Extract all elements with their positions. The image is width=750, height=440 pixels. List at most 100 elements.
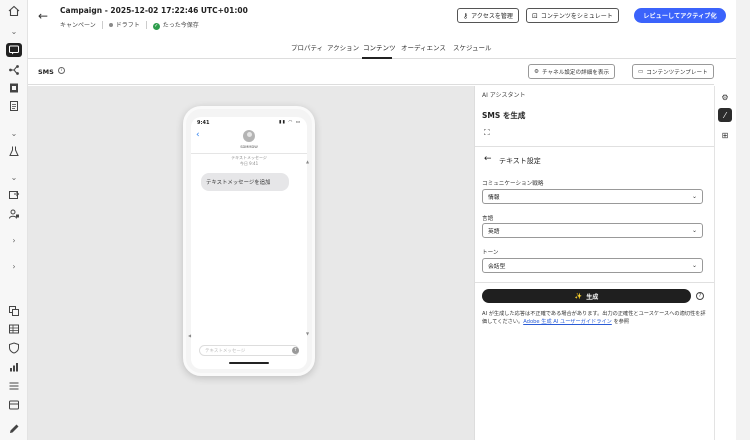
- page-title: Campaign - 2025-12-02 17:22:46 UTC+01:00: [60, 6, 248, 15]
- strategy-select[interactable]: 情報 ⌄: [482, 189, 703, 204]
- disclaimer-suffix: を参照: [613, 319, 630, 325]
- simulate-content-button[interactable]: ⊡ コンテンツをシミュレート: [526, 8, 619, 23]
- campaign-header: ← Campaign - 2025-12-02 17:22:46 UTC+01:…: [28, 0, 750, 38]
- chevron-down-icon: ⌄: [691, 193, 697, 200]
- tab-schedule[interactable]: スケジュール: [453, 42, 492, 52]
- chevron-right-icon[interactable]: ›: [6, 259, 22, 273]
- message-meta-time: 今日 9:41: [239, 161, 259, 166]
- avatar: [243, 130, 255, 142]
- status-badge: ドラフト: [108, 20, 140, 30]
- chevron-down-icon[interactable]: ⌄: [6, 126, 22, 140]
- campaign-meta: キャンペーン ドラフト ✓ たった今保存: [60, 20, 199, 30]
- home-indicator: [229, 362, 269, 364]
- contact-name: SDMMDW: [240, 145, 258, 149]
- guidelines-link[interactable]: Adobe 生成 AI ユーザーガイドライン: [523, 319, 612, 325]
- simulate-content-label: コンテンツをシミュレート: [540, 13, 613, 20]
- campaign-type-label: キャンペーン: [60, 22, 96, 30]
- language-label: 言語: [482, 216, 494, 222]
- panel-section-label: AI アシスタント: [482, 92, 526, 99]
- back-arrow-icon[interactable]: ←: [38, 9, 48, 23]
- strategy-label: コミュニケーション戦略: [482, 181, 544, 187]
- edit-icon[interactable]: [6, 422, 22, 436]
- list-icon[interactable]: [6, 379, 22, 393]
- generate-button[interactable]: ✨ 生成: [482, 289, 691, 303]
- expand-icon[interactable]: ⛶: [484, 128, 490, 138]
- content-icon[interactable]: [6, 81, 22, 95]
- document-icon[interactable]: [6, 99, 22, 113]
- home-icon[interactable]: [6, 4, 22, 18]
- help-icon[interactable]: ?: [696, 292, 704, 300]
- chevron-down-icon[interactable]: ⌄: [6, 170, 22, 184]
- active-tab-indicator: [362, 57, 392, 59]
- journey-icon[interactable]: [6, 63, 22, 77]
- tone-value: 会話型: [488, 264, 506, 270]
- divider: [475, 146, 715, 147]
- channel-label: SMS: [38, 68, 54, 76]
- chevron-down-icon[interactable]: ⌄: [6, 24, 22, 38]
- status-label: ドラフト: [115, 22, 140, 30]
- channel-settings-icon: ⚙: [534, 68, 540, 75]
- message-icon[interactable]: [6, 43, 22, 57]
- manage-access-label: アクセスを管理: [471, 13, 513, 20]
- content-templates-label: コンテンツテンプレート: [646, 69, 708, 76]
- status-dot-icon: [108, 23, 113, 28]
- divider: [101, 20, 103, 29]
- message-meta: テキストメッセージ 今日 9:41: [191, 155, 307, 167]
- back-arrow-icon[interactable]: ←: [484, 154, 492, 164]
- divider: [145, 20, 147, 29]
- flask-icon[interactable]: [6, 144, 22, 158]
- variants-icon[interactable]: ⊞: [718, 128, 732, 142]
- table-icon[interactable]: [6, 322, 22, 336]
- phone-back-icon: ‹: [196, 130, 200, 140]
- chevron-right-icon[interactable]: ›: [6, 233, 22, 247]
- language-select[interactable]: 英語 ⌄: [482, 223, 703, 238]
- library-icon[interactable]: [6, 398, 22, 412]
- manage-access-button[interactable]: ⚷ アクセスを管理: [457, 8, 519, 23]
- phone-mockup: 9:41 ▮▮ ◠ ▭ ‹ SDMMDW テキストメッセージ 今日 9:41 テ…: [183, 106, 315, 376]
- content-templates-button[interactable]: ▭ コンテンツテンプレート: [632, 64, 714, 79]
- left-nav-rail: ⌄ ⌄ ⌄ › ›: [0, 0, 28, 440]
- tab-bar: プロパティ アクション コンテンツ オーディエンス スケジュール: [28, 38, 750, 59]
- shield-icon[interactable]: [6, 341, 22, 355]
- strategy-value: 情報: [488, 195, 500, 201]
- audience-icon[interactable]: [6, 207, 22, 221]
- ai-disclaimer: AI が生成した応答は不正確である場合があります。出力の正確性とユースケースへの…: [482, 310, 708, 326]
- checkmark-icon: ✓: [152, 22, 160, 30]
- offer-icon[interactable]: [6, 188, 22, 202]
- divider: [191, 153, 307, 154]
- right-tool-rail: ⚙ ⁄ ⊞: [714, 86, 736, 440]
- message-bubble[interactable]: テキストメッセージを追加: [201, 173, 289, 191]
- chevron-down-icon: ⌄: [691, 227, 697, 234]
- gear-icon[interactable]: ⚙: [718, 90, 732, 104]
- settings-title: テキスト設定: [499, 157, 541, 165]
- tab-actions[interactable]: アクション: [327, 42, 359, 52]
- ai-assistant-panel: AI アシスタント SMS を生成 ⛶ ← テキスト設定 コミュニケーション戦略…: [474, 86, 715, 440]
- tab-properties[interactable]: プロパティ: [291, 42, 323, 52]
- review-activate-button[interactable]: レビューしてアクティブ化: [634, 8, 726, 23]
- magic-wand-icon[interactable]: ⁄: [718, 108, 732, 122]
- panel-title: SMS を生成: [482, 111, 526, 120]
- channel-settings-button[interactable]: ⚙ チャネル設定の詳細を表示: [528, 64, 616, 79]
- signal-battery-icon: ▮▮ ◠ ▭: [279, 120, 301, 125]
- fragment-icon[interactable]: [6, 304, 22, 318]
- key-icon: ⚷: [463, 11, 469, 20]
- save-status: ✓ たった今保存: [152, 20, 199, 30]
- tab-content[interactable]: コンテンツ: [363, 42, 396, 52]
- scroll-down-icon[interactable]: ▼: [306, 331, 309, 336]
- preview-canvas: 9:41 ▮▮ ◠ ▭ ‹ SDMMDW テキストメッセージ 今日 9:41 テ…: [28, 86, 474, 440]
- simulate-icon: ⊡: [532, 11, 538, 20]
- tone-select[interactable]: 会話型 ⌄: [482, 258, 703, 273]
- template-icon: ▭: [638, 68, 644, 75]
- generate-label: 生成: [586, 293, 599, 301]
- app-window: ⌄ ⌄ ⌄ › › ← Campaign - 2025-12-02 17:22:…: [0, 0, 750, 440]
- tab-audience[interactable]: オーディエンス: [401, 42, 446, 52]
- channel-settings-label: チャネル設定の詳細を表示: [542, 69, 610, 76]
- channel-toolbar: SMS i ⚙ チャネル設定の詳細を表示 ▭ コンテンツテンプレート: [28, 60, 714, 85]
- magic-wand-icon: ✨: [574, 292, 583, 300]
- phone-screen: 9:41 ▮▮ ◠ ▭ ‹ SDMMDW テキストメッセージ 今日 9:41 テ…: [191, 117, 307, 369]
- scroll-up-icon[interactable]: ▲: [306, 159, 309, 164]
- scroll-left-icon[interactable]: ◀: [188, 333, 191, 338]
- info-icon[interactable]: i: [58, 67, 65, 74]
- chart-icon[interactable]: [6, 360, 22, 374]
- send-icon: ↑: [292, 347, 299, 354]
